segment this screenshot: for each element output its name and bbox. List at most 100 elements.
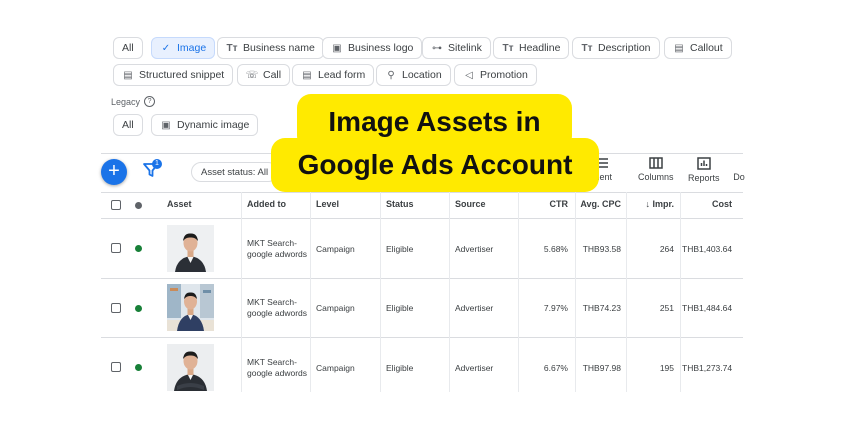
asset-status-filter-chip[interactable]: Asset status: All (191, 162, 279, 182)
cell-avg-cpc: THB93.58 (582, 244, 621, 254)
asset-thumbnail[interactable] (167, 344, 214, 391)
column-divider (449, 192, 450, 392)
columns-label: Columns (638, 172, 674, 182)
filter-chip-sitelink[interactable]: ⊶ Sitelink (422, 37, 491, 59)
filter-count-badge: 1 (152, 159, 162, 169)
image-icon: ▣ (161, 119, 171, 131)
columns-button[interactable]: Columns (638, 157, 674, 182)
cell-cost: THB1,484.64 (682, 303, 733, 313)
row-divider (101, 337, 743, 338)
reports-button[interactable]: Reports (688, 157, 720, 183)
filter-chip-callout[interactable]: ▤ Callout (664, 37, 732, 59)
callout-icon: ▤ (674, 42, 684, 54)
status-dot (135, 305, 142, 312)
cell-source: Advertiser (455, 244, 494, 254)
column-header-cost[interactable]: Cost (682, 199, 732, 209)
row-divider (101, 278, 743, 279)
status-dot (135, 245, 142, 252)
filter-chip-label: Headline (519, 42, 561, 54)
cell-ctr: 6.67% (543, 363, 568, 373)
asset-thumbnail[interactable] (167, 225, 214, 272)
reports-icon (697, 157, 711, 170)
filter-chip-label: Business name (243, 42, 315, 54)
help-icon[interactable]: ? (144, 96, 156, 107)
table-header-top-divider (101, 192, 743, 193)
filter-chip-image[interactable]: ✓ Image (151, 37, 216, 59)
cell-avg-cpc: THB74.23 (582, 303, 621, 313)
filter-chip-lead-form[interactable]: ▤ Lead form (292, 64, 375, 86)
reports-label: Reports (688, 173, 720, 183)
cell-level: Campaign (316, 244, 355, 254)
cell-impr: 251 (659, 303, 674, 313)
column-header-status[interactable]: Status (386, 199, 414, 209)
legacy-chip-all[interactable]: All (113, 114, 143, 136)
cell-cost: THB1,273.74 (682, 363, 733, 373)
filter-chip-label: Promotion (480, 69, 528, 81)
download-button[interactable]: Do (733, 157, 745, 182)
filter-chip-promotion[interactable]: ◁ Promotion (454, 64, 537, 86)
title-overlay-line-2: Google Ads Account (271, 138, 599, 192)
cell-level: Campaign (316, 303, 355, 313)
person-photo (167, 225, 214, 272)
column-header-added-to[interactable]: Added to (247, 199, 286, 209)
asset-thumbnail[interactable] (167, 284, 214, 331)
filter-chip-location[interactable]: ⚲ Location (376, 64, 451, 86)
filter-chip-label: Dynamic image (177, 119, 250, 131)
filter-chip-business-logo[interactable]: ▣ Business logo (322, 37, 423, 59)
column-header-source[interactable]: Source (455, 199, 486, 209)
column-header-avg-cpc[interactable]: Avg. CPC (577, 199, 621, 209)
column-header-impr-label: Impr. (652, 199, 674, 209)
download-icon (733, 157, 745, 169)
column-header-ctr[interactable]: CTR (520, 199, 569, 209)
column-divider (241, 192, 242, 392)
filter-chip-description[interactable]: Tт Description (572, 37, 660, 59)
column-header-level[interactable]: Level (316, 199, 339, 209)
cell-level: Campaign (316, 363, 355, 373)
sort-arrow-down-icon: ↓ (645, 199, 650, 209)
person-photo (167, 284, 214, 331)
legacy-section-label: Legacy ? (111, 96, 156, 107)
cell-added-to[interactable]: MKT Search-google adwords (247, 357, 307, 379)
filter-chip-call[interactable]: ☏ Call (237, 64, 291, 86)
text-format-icon: Tт (502, 42, 514, 54)
column-divider (380, 192, 381, 392)
cell-impr: 264 (659, 244, 674, 254)
legacy-chip-dynamic-image[interactable]: ▣ Dynamic image (151, 114, 259, 136)
row-checkbox[interactable] (111, 243, 121, 253)
image-icon: ▣ (332, 42, 342, 54)
status-dot (135, 364, 142, 371)
select-all-checkbox[interactable] (111, 200, 121, 210)
row-checkbox[interactable] (111, 362, 121, 372)
filter-chip-label: Business logo (348, 42, 414, 54)
filter-chip-label: Sitelink (448, 42, 482, 54)
row-checkbox[interactable] (111, 303, 121, 313)
download-label: Do (733, 172, 745, 182)
cell-added-to[interactable]: MKT Search-google adwords (247, 297, 307, 319)
columns-icon (649, 157, 663, 169)
cell-ctr: 7.97% (543, 303, 568, 313)
filter-chip-label: Callout (690, 42, 723, 54)
column-divider (680, 192, 681, 392)
filter-chip-label: Lead form (318, 69, 366, 81)
filter-chip-structured-snippet[interactable]: ▤ Structured snippet (113, 64, 234, 86)
column-header-asset[interactable]: Asset (167, 199, 192, 209)
filter-chip-business-name[interactable]: Tт Business name (217, 37, 324, 59)
cell-ctr: 5.68% (543, 244, 568, 254)
cell-added-to[interactable]: MKT Search-google adwords (247, 238, 307, 260)
column-header-impr[interactable]: ↓ Impr. (628, 199, 674, 209)
filter-chip-label: Call (263, 69, 282, 81)
filter-chip-label: Image (177, 42, 207, 54)
filter-chip-headline[interactable]: Tт Headline (493, 37, 570, 59)
add-asset-button[interactable]: + (101, 159, 127, 185)
table-header-bottom-divider (101, 218, 743, 219)
filter-chip-all[interactable]: All (113, 37, 143, 59)
filter-chip-label: All (122, 119, 134, 131)
filter-chip-label: All (122, 42, 134, 54)
cell-cost: THB1,403.64 (682, 244, 733, 254)
status-header-dot (135, 202, 142, 209)
cell-status: Eligible (386, 303, 414, 313)
legacy-label: Legacy (111, 96, 141, 107)
phone-icon: ☏ (245, 69, 259, 81)
column-divider (518, 192, 519, 392)
cell-avg-cpc: THB97.98 (582, 363, 621, 373)
